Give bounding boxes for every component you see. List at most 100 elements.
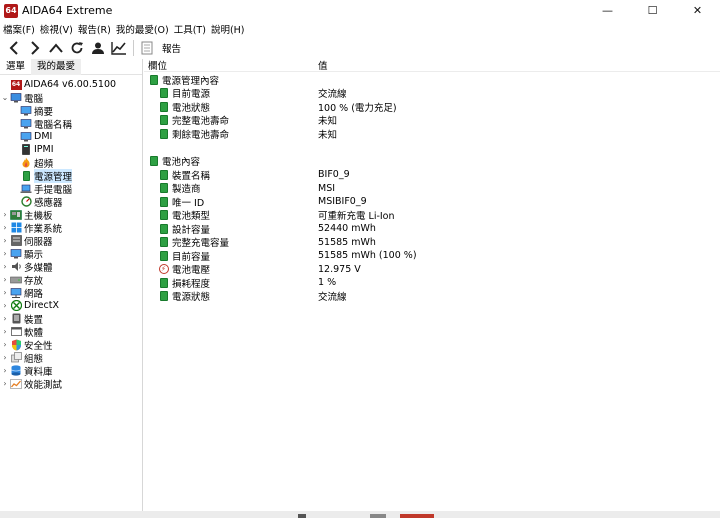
sensor-icon: [20, 196, 32, 207]
expand-icon[interactable]: ›: [0, 353, 10, 362]
detail-row[interactable]: 電池類型 可重新充電 Li-Ion: [144, 209, 720, 223]
detail-row[interactable]: 製造商 MSI: [144, 182, 720, 195]
detail-row[interactable]: 設計容量 52440 mWh: [144, 222, 720, 236]
tree-item-laptop[interactable]: 手提電腦: [0, 182, 142, 196]
tree-item-software[interactable]: › 軟體: [0, 325, 142, 339]
tree-item-server[interactable]: › 伺服器: [0, 234, 142, 248]
tree-item-config[interactable]: › 組態: [0, 351, 142, 365]
tree-item-power-management[interactable]: 電源管理: [0, 168, 142, 183]
detail-row[interactable]: 電池狀態 100 % (電力充足): [144, 100, 720, 114]
tree-item-os[interactable]: › 作業系統: [0, 221, 142, 235]
chart-icon[interactable]: [109, 38, 129, 58]
tree-item-summary[interactable]: 摘要: [0, 104, 142, 118]
field-label: 目前容量: [172, 251, 211, 263]
tree-item-computer-name[interactable]: 電腦名稱: [0, 117, 142, 131]
detail-row[interactable]: 唯一 ID MSIBIF0_9: [144, 195, 720, 209]
tab-menu[interactable]: 選單: [0, 59, 31, 75]
tree-item-label: 主機板: [24, 210, 53, 222]
tree-item-dmi[interactable]: DMI: [0, 130, 142, 143]
minimize-button[interactable]: —: [585, 0, 630, 21]
menu-report[interactable]: 報告(R): [78, 22, 111, 36]
tree-item-security[interactable]: › 安全性: [0, 338, 142, 352]
config-icon: [10, 352, 22, 363]
details-list: 電源管理內容 目前電源 交流線 電池狀態 100 % (電力充足) 完整電池壽命…: [144, 72, 720, 303]
menu-file[interactable]: 檔案(F): [3, 22, 35, 36]
tree-item-ipmi[interactable]: IPMI: [0, 143, 142, 156]
detail-row[interactable]: 損耗程度 1 %: [144, 276, 720, 290]
expand-icon[interactable]: ›: [0, 340, 10, 349]
report-icon[interactable]: [137, 38, 157, 58]
detail-row[interactable]: 目前容量 51585 mWh (100 %): [144, 249, 720, 263]
tree-item-label: 摘要: [34, 106, 54, 118]
tree-item-label: 組態: [24, 353, 44, 365]
taskbar-icon[interactable]: [298, 514, 306, 518]
forward-icon[interactable]: [25, 38, 45, 58]
expand-icon[interactable]: ›: [0, 379, 10, 388]
storage-icon: [10, 274, 22, 285]
tree-item-network[interactable]: › 網路: [0, 286, 142, 300]
tree-item-devices[interactable]: › 裝置: [0, 312, 142, 326]
expand-icon[interactable]: ›: [0, 327, 10, 336]
taskbar-icon[interactable]: [370, 514, 386, 518]
expand-icon[interactable]: ›: [0, 236, 10, 245]
field-value: 100 % (電力充足): [318, 102, 397, 114]
xbox-icon: [10, 300, 22, 311]
expand-icon[interactable]: ›: [0, 262, 10, 271]
detail-row[interactable]: 裝置名稱 BIF0_9: [144, 168, 720, 182]
column-value-header[interactable]: 值: [318, 58, 328, 72]
tree-item-storage[interactable]: › 存放: [0, 273, 142, 287]
detail-row[interactable]: 完整電池壽命 未知: [144, 114, 720, 128]
tree-item-label: 裝置: [24, 314, 44, 326]
report-label[interactable]: 報告: [162, 41, 181, 55]
section-header[interactable]: 電池內容: [144, 155, 720, 168]
back-icon[interactable]: [4, 38, 24, 58]
expand-icon[interactable]: ›: [0, 275, 10, 284]
detail-row[interactable]: ⚡ 電池電壓 12.975 V: [144, 263, 720, 276]
tree-item-aida64[interactable]: 64 AIDA64 v6.00.5100: [0, 78, 142, 91]
tree-item-database[interactable]: › 資料庫: [0, 364, 142, 378]
tree-item-label: 多媒體: [24, 262, 53, 274]
menu-view[interactable]: 檢視(V): [40, 22, 73, 36]
tree-item-sensor[interactable]: 感應器: [0, 195, 142, 209]
close-button[interactable]: ✕: [675, 0, 720, 21]
expand-icon[interactable]: ›: [0, 223, 10, 232]
menu-tools[interactable]: 工具(T): [174, 22, 206, 36]
details-pane: 欄位 值 電源管理內容 目前電源 交流線 電池狀態 100 % (電力充足) 完…: [144, 59, 720, 511]
tree-item-multimedia[interactable]: › 多媒體: [0, 260, 142, 274]
tree-item-benchmark[interactable]: › 效能測試: [0, 377, 142, 391]
detail-row[interactable]: 目前電源 交流線: [144, 87, 720, 100]
field-label: 剩餘電池壽命: [172, 129, 230, 141]
section-header[interactable]: 電源管理內容: [144, 73, 720, 87]
tree-item-motherboard[interactable]: › 主機板: [0, 208, 142, 222]
left-tabs: 選單 我的最愛: [0, 58, 142, 75]
expand-icon[interactable]: ›: [0, 288, 10, 297]
toolbar-separator: [133, 39, 134, 56]
tab-favorites[interactable]: 我的最愛: [31, 58, 82, 75]
expand-icon[interactable]: ›: [0, 249, 10, 258]
field-value: 可重新充電 Li-Ion: [318, 211, 395, 223]
collapse-icon[interactable]: ⌄: [0, 93, 10, 102]
tree-item-label: 存放: [24, 275, 44, 287]
detail-row[interactable]: 完整充電容量 51585 mWh: [144, 236, 720, 249]
up-icon[interactable]: [46, 38, 66, 58]
expand-icon[interactable]: ›: [0, 366, 10, 375]
detail-row[interactable]: 電源狀態 交流線: [144, 290, 720, 303]
field-label: 完整電池壽命: [172, 116, 230, 128]
tree-item-computer[interactable]: ⌄ 電腦: [0, 91, 142, 105]
menu-help[interactable]: 說明(H): [211, 22, 245, 36]
maximize-button[interactable]: ☐: [630, 0, 675, 21]
tree-item-display[interactable]: › 顯示: [0, 247, 142, 261]
expand-icon[interactable]: ›: [0, 314, 10, 323]
field-label: 電池狀態: [172, 102, 211, 114]
tree-item-label: 手提電腦: [34, 184, 73, 196]
taskbar-icon[interactable]: [400, 514, 434, 518]
tree-item-directx[interactable]: › DirectX: [0, 299, 142, 312]
menu-favorites[interactable]: 我的最愛(O): [116, 22, 169, 36]
column-field-header[interactable]: 欄位: [144, 58, 318, 72]
expand-icon[interactable]: ›: [0, 301, 10, 310]
refresh-icon[interactable]: [67, 38, 87, 58]
tree-item-overclock[interactable]: 超頻: [0, 156, 142, 170]
expand-icon[interactable]: ›: [0, 210, 10, 219]
detail-row[interactable]: 剩餘電池壽命 未知: [144, 127, 720, 141]
user-icon[interactable]: [88, 38, 108, 58]
